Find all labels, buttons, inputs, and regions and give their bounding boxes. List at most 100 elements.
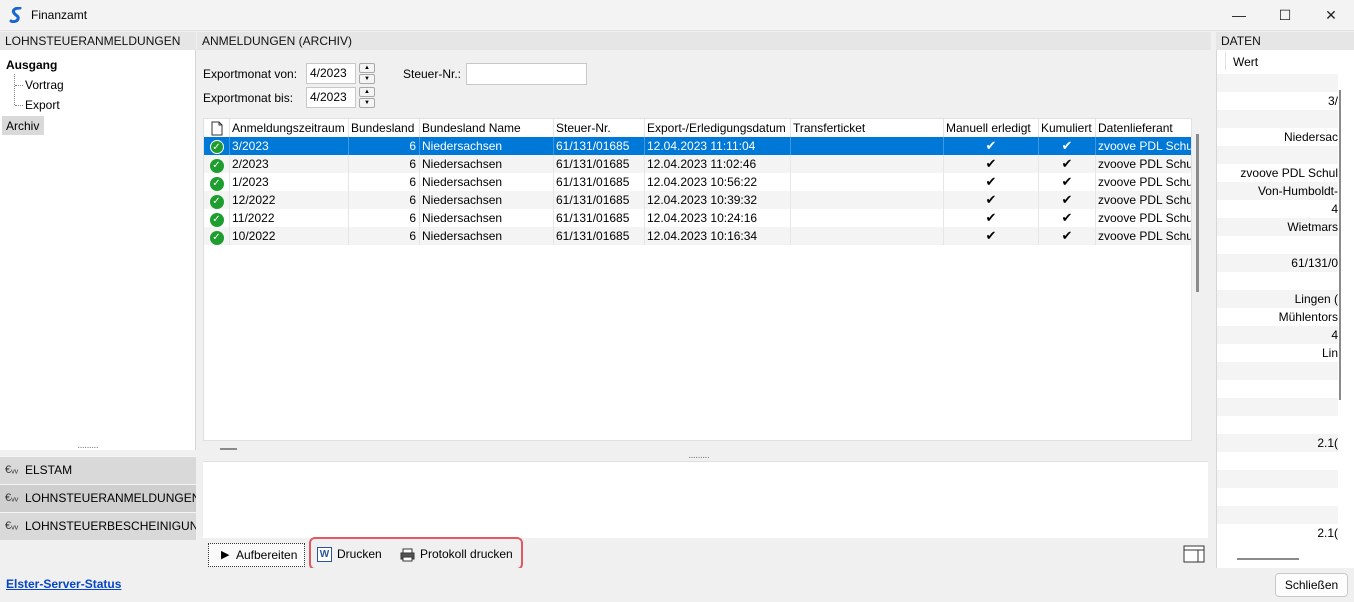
table-vertical-scrollbar-thumb[interactable] — [1196, 134, 1199, 292]
daten-value-row[interactable] — [1217, 398, 1338, 416]
cell-datum: 12.04.2023 11:02:46 — [645, 155, 791, 173]
daten-value-row[interactable] — [1217, 380, 1338, 398]
daten-value-row[interactable]: 2.1( — [1217, 434, 1338, 452]
cell-zeitraum: 1/2023 — [230, 173, 349, 191]
table-row[interactable]: ✓ 12/2022 6 Niedersachsen 61/131/01685 12.04.… — [204, 191, 1192, 209]
nav-elstam[interactable]: €ᵥᵥ ELSTAM — [0, 456, 196, 484]
daten-vertical-scrollbar[interactable] — [1339, 90, 1341, 400]
tree-item-export[interactable]: Export — [25, 98, 60, 112]
daten-value-row[interactable] — [1217, 416, 1338, 434]
layout-toggle-icon[interactable] — [1183, 545, 1205, 563]
protokoll-drucken-button[interactable]: Protokoll drucken — [400, 543, 518, 567]
elster-server-status-link[interactable]: Elster-Server-Status — [6, 577, 121, 591]
col-header-transferticket[interactable]: Transferticket — [791, 119, 944, 137]
table-row[interactable]: ✓ 3/2023 6 Niedersachsen 61/131/01685 12.04.2… — [204, 137, 1191, 155]
daten-value-row[interactable] — [1217, 488, 1338, 506]
daten-value-row[interactable]: 4 — [1217, 326, 1338, 344]
daten-value-row[interactable] — [1217, 452, 1338, 470]
daten-value-row[interactable]: Von-Humboldt- — [1217, 182, 1338, 200]
export-bis-up-button[interactable]: ▲ — [359, 87, 375, 97]
cell-zeitraum: 11/2022 — [230, 209, 349, 227]
nav-lohnsteueranmeldungen[interactable]: €ᵥᵥ LOHNSTEUERANMELDUNGEN — [0, 484, 196, 512]
splitter-grip[interactable]: ········· — [77, 442, 99, 453]
drucken-label: Drucken — [337, 547, 382, 561]
daten-value-row[interactable] — [1217, 272, 1338, 290]
table-horizontal-scrollbar[interactable] — [220, 448, 237, 450]
export-bis-down-button[interactable]: ▼ — [359, 98, 375, 108]
status-bar: Elster-Server-Status Schließen — [0, 568, 1354, 602]
table-row[interactable]: ✓ 11/2022 6 Niedersachsen 61/131/01685 12.04.… — [204, 209, 1191, 227]
cell-manuell: ✔ — [944, 155, 1039, 173]
daten-value-row[interactable]: zvoove PDL Schul — [1217, 164, 1338, 182]
cell-datum: 12.04.2023 11:11:04 — [645, 137, 791, 155]
col-header-anmeldungszeitraum[interactable]: Anmeldungszeitraum — [230, 119, 349, 137]
success-check-icon: ✓ — [209, 195, 224, 209]
daten-value-row[interactable] — [1217, 110, 1338, 128]
steuer-nr-input[interactable] — [466, 63, 587, 85]
daten-value-row[interactable] — [1217, 146, 1338, 164]
wert-column-header[interactable]: Wert — [1233, 55, 1258, 73]
daten-panel: Wert 3/Niedersac zvoove PDL Schul Von-Humb… — [1216, 50, 1354, 568]
col-header-export-datum[interactable]: Export-/Erledigungsdatum — [645, 119, 791, 137]
col-header-steuer-nr[interactable]: Steuer-Nr. — [554, 119, 645, 137]
drucken-button[interactable]: W Drucken — [317, 543, 389, 567]
word-icon: W — [317, 547, 332, 562]
daten-value-row[interactable]: 3/ — [1217, 92, 1338, 110]
cell-ticket — [791, 227, 944, 245]
cell-bundesland: 6 — [349, 137, 420, 155]
cell-lieferant: zvoove PDL Schul — [1098, 193, 1192, 207]
tree-item-archiv[interactable]: Archiv — [2, 116, 44, 135]
window-title: Finanzamt — [31, 8, 88, 22]
tree-connector — [15, 85, 23, 86]
left-panel-header: LOHNSTEUERANMELDUNGEN — [0, 32, 196, 50]
daten-value-row[interactable]: Niedersac — [1217, 128, 1338, 146]
success-check-icon: ✓ — [209, 231, 224, 245]
daten-value-row[interactable]: Lingen ( — [1217, 290, 1338, 308]
app-logo-icon — [9, 7, 22, 23]
cell-manuell: ✔ — [944, 137, 1039, 155]
success-check-icon: ✓ — [209, 159, 224, 173]
col-header-kumuliert[interactable]: Kumuliert — [1039, 119, 1096, 137]
col-header-bundesland[interactable]: Bundesland — [349, 119, 420, 137]
daten-horizontal-scrollbar[interactable] — [1237, 558, 1299, 560]
export-bis-input[interactable]: 4/2023 — [306, 87, 356, 108]
minimize-button[interactable]: — — [1216, 0, 1262, 31]
cell-kumuliert: ✔ — [1039, 173, 1096, 191]
daten-value-row[interactable]: Lin — [1217, 344, 1338, 362]
cell-manuell: ✔ — [944, 209, 1039, 227]
close-window-button[interactable]: ✕ — [1308, 0, 1354, 31]
col-header-datenlieferant[interactable]: Datenlieferant — [1096, 119, 1191, 137]
export-von-up-button[interactable]: ▲ — [359, 63, 375, 73]
daten-value-row[interactable]: Wietmars — [1217, 218, 1338, 236]
table-row[interactable]: ✓ 1/2023 6 Niedersachsen 61/131/01685 12.04.2… — [204, 173, 1191, 191]
table-row[interactable]: ✓ 2/2023 6 Niedersachsen 61/131/01685 12.04.2… — [204, 155, 1191, 173]
cell-bundesland: 6 — [349, 191, 420, 209]
export-von-down-button[interactable]: ▼ — [359, 74, 375, 84]
tree-item-vortrag[interactable]: Vortrag — [25, 78, 64, 92]
document-column-header[interactable] — [204, 119, 230, 137]
export-von-input[interactable]: 4/2023 — [306, 63, 356, 84]
aufbereiten-button[interactable]: ▶ Aufbereiten — [208, 543, 305, 567]
daten-value-row[interactable] — [1217, 236, 1338, 254]
table-row[interactable]: ✓ 10/2022 6 Niedersachsen 61/131/01685 12.04.… — [204, 227, 1191, 245]
daten-value-row[interactable]: 61/131/0 — [1217, 254, 1338, 272]
cell-zeitraum: 12/2022 — [230, 191, 349, 209]
daten-value-row[interactable] — [1217, 506, 1338, 524]
status-cell: ✓ — [204, 137, 230, 155]
cell-ticket — [791, 173, 944, 191]
tree-item-ausgang[interactable]: Ausgang — [6, 58, 57, 72]
daten-value-row[interactable] — [1217, 470, 1338, 488]
schliessen-button[interactable]: Schließen — [1275, 573, 1348, 597]
daten-value-row[interactable]: 4 — [1217, 200, 1338, 218]
col-header-bundesland-name[interactable]: Bundesland Name — [420, 119, 554, 137]
nav-label: LOHNSTEUERBESCHEINIGUNGEN — [25, 519, 196, 533]
success-check-icon: ✓ — [209, 213, 224, 227]
daten-value-row[interactable] — [1217, 362, 1338, 380]
daten-value-row[interactable] — [1217, 74, 1338, 92]
maximize-button[interactable]: ☐ — [1262, 0, 1308, 31]
daten-value-row[interactable]: Mühlentors — [1217, 308, 1338, 326]
cell-bundesland: 6 — [349, 227, 420, 245]
daten-value-row[interactable]: 2.1( — [1217, 524, 1338, 542]
nav-lohnsteuerbescheinigungen[interactable]: €ᵥᵥ LOHNSTEUERBESCHEINIGUNGEN — [0, 512, 196, 540]
col-header-manuell-erledigt[interactable]: Manuell erledigt — [944, 119, 1039, 137]
